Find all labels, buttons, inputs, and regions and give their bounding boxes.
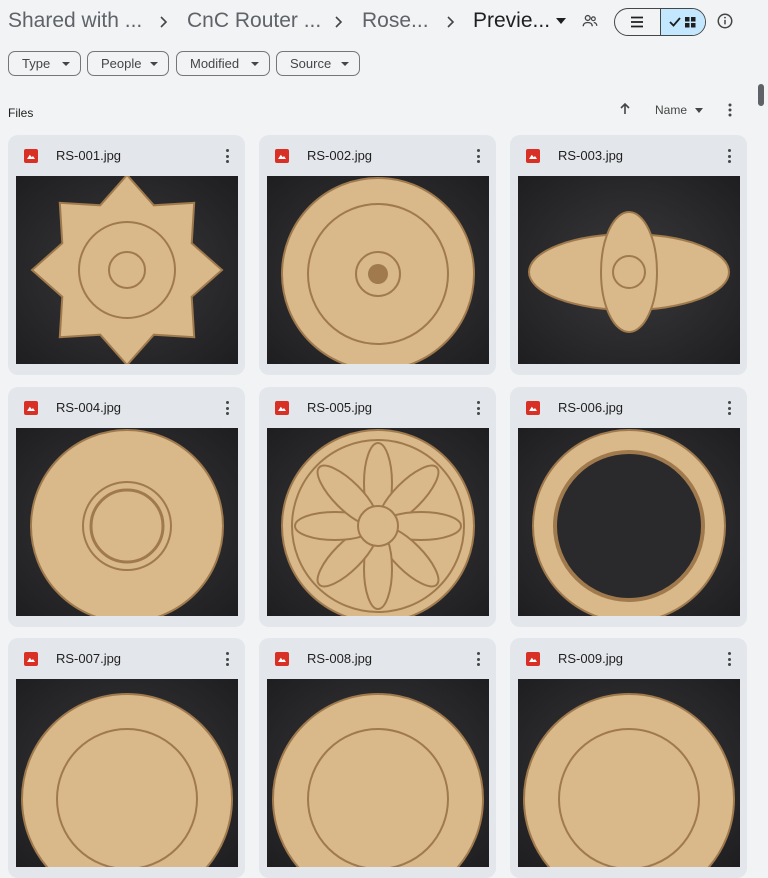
file-card[interactable]: RS-006.jpg [510,387,747,627]
breadcrumb-item-cnc[interactable]: CnC Router ... [187,9,321,33]
breadcrumb-item-rose[interactable]: Rose... [362,9,429,33]
file-thumbnail[interactable] [267,679,489,867]
check-grid-icon [669,17,696,28]
more-actions-icon[interactable] [721,650,737,668]
file-thumbnail[interactable] [16,176,238,364]
file-thumbnail[interactable] [518,428,740,616]
file-thumbnail[interactable] [267,428,489,616]
file-name: RS-001.jpg [56,148,122,163]
file-card[interactable]: RS-008.jpg [259,638,496,878]
file-thumbnail[interactable] [518,176,740,364]
file-name: RS-009.jpg [558,651,624,666]
filter-source[interactable]: Source [276,51,360,76]
file-name: RS-007.jpg [56,651,122,666]
more-options-icon[interactable] [716,96,744,124]
chevron-right-icon [447,16,455,28]
caret-down-icon [251,62,259,66]
breadcrumb-item-preview[interactable]: Previe... [473,9,550,33]
chevron-right-icon [160,16,168,28]
more-actions-icon[interactable] [219,147,235,165]
filter-label: People [101,56,142,71]
caret-down-icon[interactable] [555,16,567,26]
file-card[interactable]: RS-004.jpg [8,387,245,627]
caret-down-icon [695,108,704,113]
file-card[interactable]: RS-007.jpg [8,638,245,878]
image-file-icon [24,401,38,415]
filter-label: Type [22,56,51,71]
file-name: RS-006.jpg [558,400,624,415]
filter-people[interactable]: People [87,51,169,76]
more-actions-icon[interactable] [721,399,737,417]
file-name: RS-002.jpg [307,148,373,163]
file-card[interactable]: RS-002.jpg [259,135,496,375]
share-people-icon[interactable] [576,7,604,35]
file-thumbnail[interactable] [16,428,238,616]
caret-down-icon [150,62,158,66]
list-icon [631,16,644,28]
caret-down-icon [341,62,349,66]
more-actions-icon[interactable] [721,147,737,165]
file-name: RS-003.jpg [558,148,624,163]
image-file-icon [275,149,289,163]
file-card[interactable]: RS-001.jpg [8,135,245,375]
more-actions-icon[interactable] [470,650,486,668]
image-file-icon [526,652,540,666]
file-name: RS-005.jpg [307,400,373,415]
file-thumbnail[interactable] [16,679,238,867]
grid-view-button[interactable] [659,9,705,35]
image-file-icon [275,401,289,415]
sort-by-name[interactable]: Name [655,103,704,117]
image-file-icon [526,149,540,163]
image-file-icon [24,149,38,163]
section-title: Files [8,106,34,120]
file-card[interactable]: RS-005.jpg [259,387,496,627]
file-card[interactable]: RS-003.jpg [510,135,747,375]
more-actions-icon[interactable] [470,399,486,417]
image-file-icon [24,652,38,666]
file-name: RS-008.jpg [307,651,373,666]
more-actions-icon[interactable] [219,650,235,668]
sort-label: Name [655,103,688,117]
more-actions-icon[interactable] [219,399,235,417]
chevron-right-icon [335,16,343,28]
filter-type[interactable]: Type [8,51,81,76]
view-toggle [614,8,706,36]
caret-down-icon [62,62,70,66]
file-thumbnail[interactable] [518,679,740,867]
info-icon[interactable] [711,7,739,35]
image-file-icon [275,652,289,666]
file-thumbnail[interactable] [267,176,489,364]
sort-direction-icon[interactable] [611,95,639,123]
filter-modified[interactable]: Modified [176,51,270,76]
file-card[interactable]: RS-009.jpg [510,638,747,878]
breadcrumb-item-shared[interactable]: Shared with ... [8,9,142,33]
image-file-icon [526,401,540,415]
filter-label: Modified [190,56,240,71]
list-view-button[interactable] [615,9,660,35]
filter-label: Source [290,56,332,71]
more-actions-icon[interactable] [470,147,486,165]
file-name: RS-004.jpg [56,400,122,415]
scrollbar-thumb[interactable] [758,84,764,106]
